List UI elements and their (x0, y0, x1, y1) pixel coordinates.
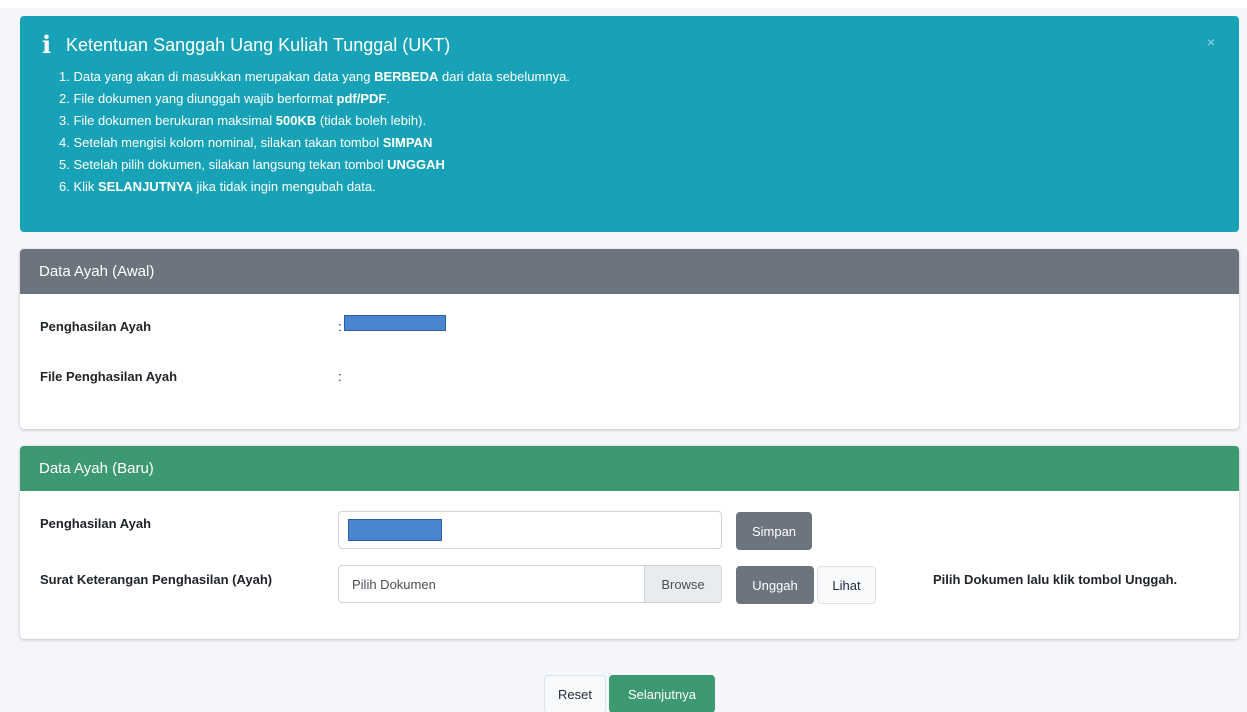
redacted-value (344, 315, 446, 331)
income-colon-awal: : (338, 319, 342, 334)
reset-button[interactable]: Reset (544, 675, 606, 712)
rule-item: 4. Setelah mengisi kolom nominal, silaka… (59, 135, 433, 150)
rule-item: 5. Setelah pilih dokumen, silakan langsu… (59, 157, 445, 172)
card-data-ayah-baru: Data Ayah (Baru) Penghasilan Ayah Simpan… (20, 446, 1239, 639)
rules-list: 1. Data yang akan di masukkan merupakan … (59, 66, 1219, 198)
file-placeholder: Pilih Dokumen (352, 576, 436, 592)
file-input[interactable]: Pilih Dokumen Browse (338, 565, 722, 603)
rule-item: 1. Data yang akan di masukkan merupakan … (59, 69, 570, 84)
browse-button[interactable]: Browse (644, 566, 721, 602)
selanjutnya-button[interactable]: Selanjutnya (609, 675, 715, 712)
upload-hint: Pilih Dokumen lalu klik tombol Unggah. (933, 572, 1178, 587)
rule-item: 6. Klik SELANJUTNYA jika tidak ingin men… (59, 179, 376, 194)
income-label-awal: Penghasilan Ayah (40, 319, 152, 334)
redacted-value (348, 519, 442, 541)
card-data-ayah-awal: Data Ayah (Awal) Penghasilan Ayah : File… (20, 249, 1239, 429)
income-label-baru: Penghasilan Ayah (40, 516, 152, 531)
alert-heading: i Ketentuan Sanggah Uang Kuliah Tunggal … (40, 32, 1219, 58)
simpan-button[interactable]: Simpan (736, 512, 812, 550)
top-strip (0, 0, 1247, 8)
lihat-button[interactable]: Lihat (817, 566, 876, 604)
alert-title: Ketentuan Sanggah Uang Kuliah Tunggal (U… (66, 35, 451, 55)
card-header-baru: Data Ayah (Baru) (20, 446, 1239, 491)
income-input[interactable] (338, 511, 722, 549)
info-icon: i (42, 30, 52, 59)
info-alert: i Ketentuan Sanggah Uang Kuliah Tunggal … (20, 16, 1239, 232)
rule-item: 3. File dokumen berukuran maksimal 500KB… (59, 113, 427, 128)
file-label-awal: File Penghasilan Ayah (40, 369, 178, 384)
close-icon[interactable]: × (1203, 34, 1219, 50)
card-header-awal: Data Ayah (Awal) (20, 249, 1239, 294)
unggah-button[interactable]: Unggah (736, 566, 814, 604)
doc-label: Surat Keterangan Penghasilan (Ayah) (40, 572, 273, 587)
rule-item: 2. File dokumen yang diunggah wajib berf… (59, 91, 390, 106)
file-colon-awal: : (338, 369, 342, 384)
